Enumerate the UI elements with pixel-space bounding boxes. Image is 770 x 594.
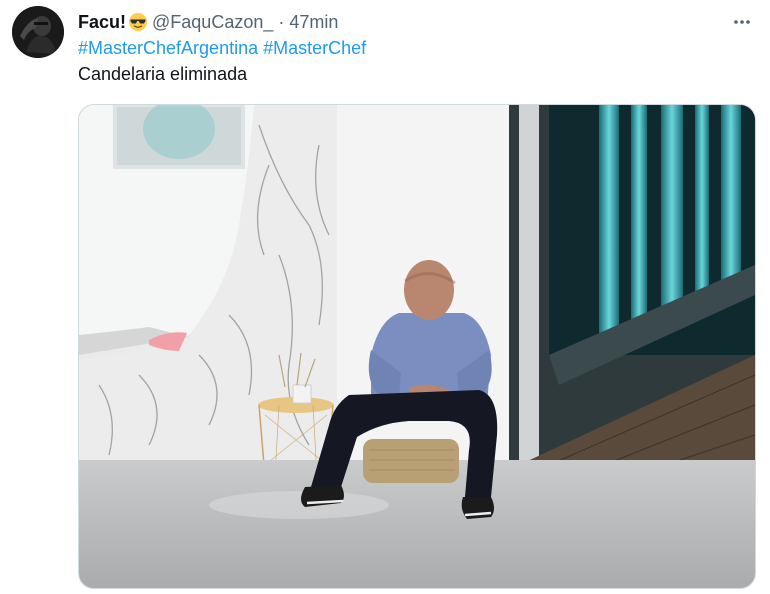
avatar-image [12,6,64,58]
tweet-header: Facu! @FaquCazon_ · 47min [78,10,338,34]
hashtag-masterchef[interactable]: #MasterChef [263,38,366,58]
separator-dot: · [278,11,285,32]
more-horizontal-icon [734,20,750,24]
handle[interactable]: @FaquCazon_ [152,12,273,33]
tweet-text: Candelaria eliminada [78,64,248,84]
hashtags: #MasterChefArgentina #MasterChef [78,38,366,59]
photo-illustration [79,105,755,588]
tweet-photo[interactable] [78,104,756,589]
tweet: Facu! @FaquCazon_ · 47min #MasterChefArg… [0,0,770,594]
display-name[interactable]: Facu! [78,12,126,33]
avatar[interactable] [12,6,64,58]
hashtag-masterchefargentina[interactable]: #MasterChefArgentina [78,38,258,58]
timestamp[interactable]: 47min [289,12,338,33]
sunglasses-emoji-icon [129,13,148,31]
more-options-button[interactable] [728,8,756,36]
